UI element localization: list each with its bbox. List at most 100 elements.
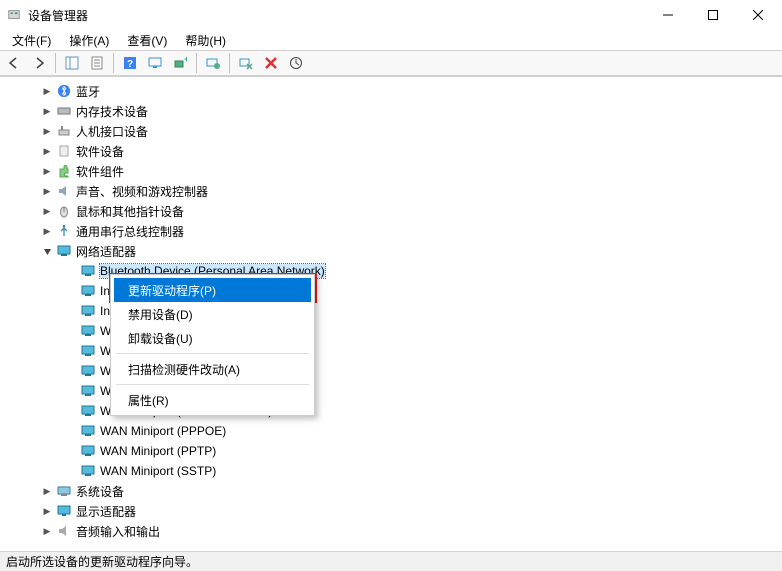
expand-icon[interactable]: ▶ [40, 84, 54, 98]
expand-icon[interactable]: ▶ [40, 484, 54, 498]
status-bar: 启动所选设备的更新驱动程序向导。 [0, 551, 782, 571]
spacer [64, 424, 78, 438]
spacer [64, 444, 78, 458]
expand-icon[interactable]: ▶ [40, 184, 54, 198]
menu-file[interactable]: 文件(F) [4, 31, 59, 50]
component-icon [56, 163, 72, 179]
network-adapter-icon [80, 263, 96, 279]
disable-device-button[interactable] [234, 52, 258, 74]
spacer [64, 404, 78, 418]
spacer [64, 264, 78, 278]
close-button[interactable] [735, 0, 780, 30]
tree-item-hid[interactable]: ▶ 人机接口设备 [2, 121, 780, 141]
uninstall-device-button[interactable] [259, 52, 283, 74]
window-controls [645, 0, 780, 30]
svg-text:+: + [184, 56, 187, 64]
show-hide-console-button[interactable] [60, 52, 84, 74]
expand-icon[interactable]: ▶ [40, 104, 54, 118]
tree-item-memory[interactable]: ▶ 内存技术设备 [2, 101, 780, 121]
expand-icon[interactable]: ▶ [40, 124, 54, 138]
network-adapter-icon [80, 383, 96, 399]
network-icon [56, 243, 72, 259]
tree-label: 鼠标和其他指针设备 [76, 203, 184, 220]
network-adapter-icon [80, 403, 96, 419]
network-adapter-icon [80, 443, 96, 459]
tree-label: 声音、视频和游戏控制器 [76, 183, 208, 200]
help-button[interactable]: ? [118, 52, 142, 74]
svg-text:?: ? [127, 59, 133, 70]
menu-scan-hardware[interactable]: 扫描检测硬件改动(A) [114, 357, 311, 381]
properties-button[interactable] [85, 52, 109, 74]
tree-label: 软件设备 [76, 143, 124, 160]
tree-item-display[interactable]: ▶ 显示适配器 [2, 501, 780, 521]
tree-item-wan-pptp[interactable]: WAN Miniport (PPTP) [2, 441, 780, 461]
spacer [64, 284, 78, 298]
add-legacy-button[interactable]: + [168, 52, 192, 74]
menu-disable-device[interactable]: 禁用设备(D) [114, 302, 311, 326]
usb-icon [56, 223, 72, 239]
tree-item-software-devices[interactable]: ▶ 软件设备 [2, 141, 780, 161]
scan-hardware-button[interactable] [143, 52, 167, 74]
menu-action[interactable]: 操作(A) [61, 31, 117, 50]
menu-help[interactable]: 帮助(H) [177, 31, 234, 50]
toolbar-separator [196, 53, 197, 73]
menu-separator [116, 384, 309, 385]
tree-item-system[interactable]: ▶ 系统设备 [2, 481, 780, 501]
tree-label: WAN Miniport (PPTP) [100, 444, 216, 458]
tree-label: 系统设备 [76, 483, 124, 500]
maximize-button[interactable] [690, 0, 735, 30]
collapse-icon[interactable] [40, 244, 54, 258]
toolbar-separator [229, 53, 230, 73]
expand-icon[interactable]: ▶ [40, 204, 54, 218]
spacer [64, 364, 78, 378]
expand-icon[interactable]: ▶ [40, 524, 54, 538]
expand-icon[interactable]: ▶ [40, 504, 54, 518]
tree-item-usb[interactable]: ▶ 通用串行总线控制器 [2, 221, 780, 241]
expand-icon[interactable]: ▶ [40, 144, 54, 158]
menu-bar: 文件(F) 操作(A) 查看(V) 帮助(H) [0, 30, 782, 50]
minimize-button[interactable] [645, 0, 690, 30]
spacer [64, 304, 78, 318]
spacer [64, 344, 78, 358]
tree-item-mouse[interactable]: ▶ 鼠标和其他指针设备 [2, 201, 780, 221]
tree-label: 软件组件 [76, 163, 124, 180]
network-adapter-icon [80, 323, 96, 339]
tree-label: 蓝牙 [76, 83, 100, 100]
tree-item-wan-pppoe[interactable]: WAN Miniport (PPPOE) [2, 421, 780, 441]
tree-item-network[interactable]: 网络适配器 [2, 241, 780, 261]
tree-item-bluetooth[interactable]: ▶ 蓝牙 [2, 81, 780, 101]
tree-label: 显示适配器 [76, 503, 136, 520]
expand-icon[interactable]: ▶ [40, 164, 54, 178]
network-adapter-icon [80, 343, 96, 359]
menu-uninstall-device[interactable]: 卸载设备(U) [114, 326, 311, 350]
mouse-icon [56, 203, 72, 219]
update-driver-button[interactable] [201, 52, 225, 74]
menu-update-driver[interactable]: 更新驱动程序(P) [114, 278, 311, 302]
tree-item-wan-sstp[interactable]: WAN Miniport (SSTP) [2, 461, 780, 481]
display-icon [56, 503, 72, 519]
menu-properties[interactable]: 属性(R) [114, 388, 311, 412]
tree-item-software-components[interactable]: ▶ 软件组件 [2, 161, 780, 181]
menu-view[interactable]: 查看(V) [119, 31, 175, 50]
network-adapter-icon [80, 463, 96, 479]
tree-item-audio-io[interactable]: ▶ 音频输入和输出 [2, 521, 780, 541]
hid-icon [56, 123, 72, 139]
expand-icon[interactable]: ▶ [40, 224, 54, 238]
status-text: 启动所选设备的更新驱动程序向导。 [6, 553, 198, 570]
toolbar-separator [55, 53, 56, 73]
network-adapter-icon [80, 303, 96, 319]
title-bar: 设备管理器 [0, 0, 782, 30]
spacer [64, 464, 78, 478]
tree-label: WAN Miniport (PPPOE) [100, 424, 226, 438]
audio-icon [56, 523, 72, 539]
enable-device-button[interactable] [284, 52, 308, 74]
tree-label: 音频输入和输出 [76, 523, 160, 540]
forward-button[interactable] [27, 52, 51, 74]
back-button[interactable] [2, 52, 26, 74]
memory-icon [56, 103, 72, 119]
tree-label: 网络适配器 [76, 243, 136, 260]
tree-item-sound[interactable]: ▶ 声音、视频和游戏控制器 [2, 181, 780, 201]
spacer [64, 324, 78, 338]
toolbar-separator [113, 53, 114, 73]
tree-label: WAN Miniport (SSTP) [100, 464, 216, 478]
